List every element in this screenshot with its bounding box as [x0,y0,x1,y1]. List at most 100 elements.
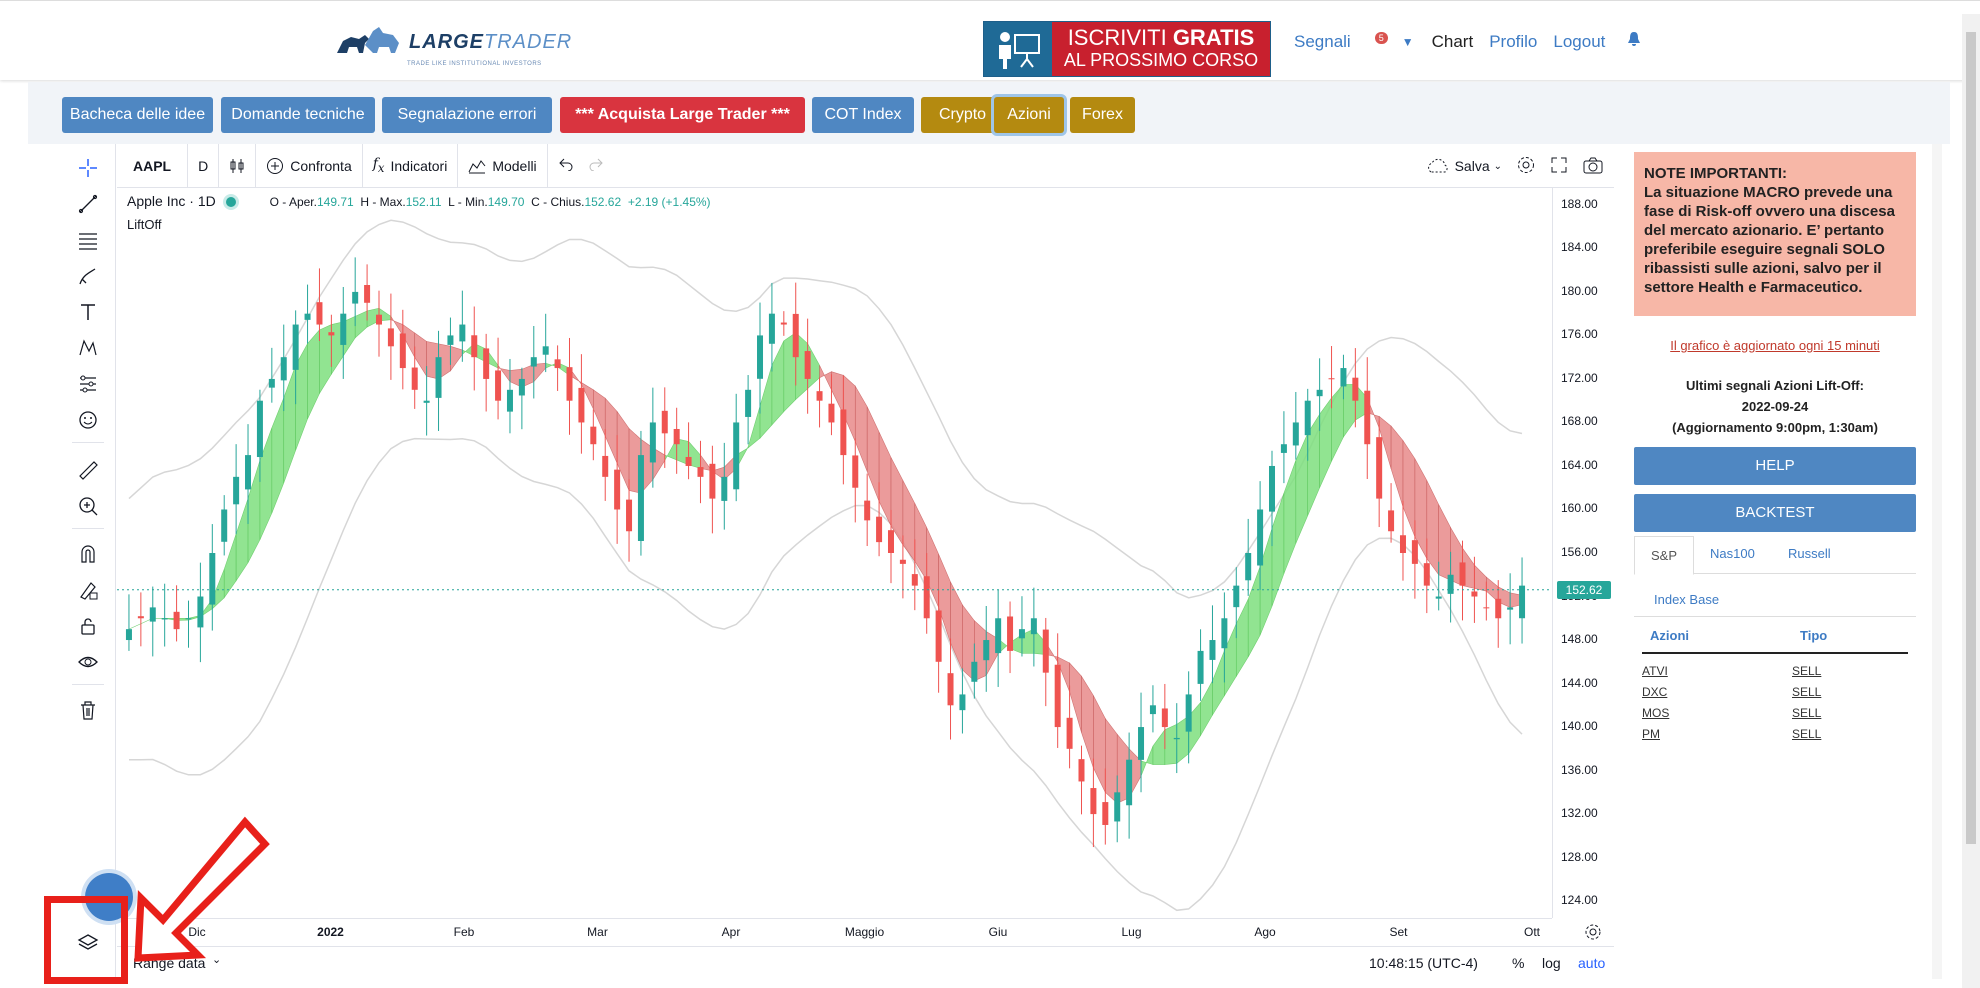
fib-retracement-icon[interactable] [74,226,102,254]
signal-stock[interactable]: DXC [1642,685,1667,699]
nav-profile[interactable]: Profilo [1489,32,1537,52]
crosshair-icon[interactable] [74,154,102,182]
prediction-icon[interactable] [74,370,102,398]
crypto-button[interactable]: Crypto [921,97,1004,133]
indicators-button[interactable]: fx Indicatori [363,143,459,188]
candle-body [971,661,978,682]
camera-icon[interactable] [1582,156,1604,177]
eye-icon[interactable] [74,648,102,676]
candle-body [1138,727,1145,760]
brush-icon[interactable] [74,262,102,290]
log-toggle[interactable]: log [1542,955,1561,971]
signal-type[interactable]: SELL [1792,664,1821,678]
interval-selector[interactable]: D [188,143,220,188]
section-button-bar: Bacheca delle idee Domande tecniche Segn… [28,82,1950,144]
sidebar-scrollbar[interactable] [1932,144,1942,979]
candle-body [840,409,847,456]
nav-signals[interactable]: Segnali [1294,32,1351,52]
ideas-board-button[interactable]: Bacheca delle idee [62,97,213,133]
indicator-legend[interactable]: LiftOff [127,217,161,232]
stocks-button[interactable]: Azioni [994,97,1064,133]
signal-stock[interactable]: ATVI [1642,664,1668,678]
banner-line-1: ISCRIVITI GRATIS [1067,25,1255,50]
tech-questions-button[interactable]: Domande tecniche [221,97,375,133]
compare-button[interactable]: Confronta [256,143,363,188]
ruler-icon[interactable] [74,456,102,484]
lock-icon[interactable] [74,612,102,640]
emoji-icon[interactable] [74,406,102,434]
auto-scale-toggle[interactable]: auto [1578,955,1605,971]
course-banner[interactable]: ISCRIVITI GRATIS AL PROSSIMO CORSO [983,21,1271,77]
time-axis[interactable]: Dic 2022 Feb Mar Apr Maggio Giu Lug Ago Set Ott [117,918,1601,946]
price-tick-label: 132.00 [1561,806,1598,821]
backtest-button[interactable]: BACKTEST [1634,494,1916,532]
date-range-button[interactable]: Range data [133,955,205,971]
candle-body [1507,607,1514,610]
magnet-icon[interactable] [74,540,102,568]
liftoff-cloud-segment [354,310,368,339]
candle-body [245,455,252,490]
price-tick-label: 176.00 [1561,327,1598,342]
candle-body [125,629,132,641]
upper-band-line [128,219,1523,599]
signal-stock[interactable]: MOS [1642,706,1669,720]
chevron-down-icon: ⌄ [212,954,222,966]
price-axis[interactable]: 188.00 184.00 180.00 176.00 172.00 168.00 164.… [1552,188,1614,918]
fullscreen-icon[interactable] [1550,156,1568,177]
redo-icon[interactable] [588,157,604,174]
save-button[interactable]: Salva ⌄ [1425,158,1502,174]
index-tabs: S&P Nas100 Russell [1634,536,1916,575]
tab-nas100[interactable]: Nas100 [1710,546,1755,561]
logo[interactable]: LARGETRADER TRADE LIKE INSTITUTIONAL INV… [335,23,573,67]
price-chart-canvas[interactable] [117,188,1552,918]
bell-icon[interactable] [1627,31,1641,52]
forex-button[interactable]: Forex [1070,97,1135,133]
lock-drawings-icon[interactable] [74,576,102,604]
cot-index-button[interactable]: COT Index [812,97,914,133]
tab-russell[interactable]: Russell [1788,546,1831,561]
chevron-down-icon[interactable]: ▼ [1402,35,1414,49]
nav-logout[interactable]: Logout [1553,32,1605,52]
time-tick-label: Dic [188,925,206,939]
signal-type[interactable]: SELL [1792,685,1821,699]
signal-type[interactable]: SELL [1792,727,1821,741]
help-button[interactable]: HELP [1634,447,1916,485]
time-tick-label: Giu [988,925,1008,939]
signal-stock[interactable]: PM [1642,727,1660,741]
pattern-icon[interactable] [74,334,102,362]
note-title: NOTE IMPORTANTI: [1644,165,1788,182]
chart-top-toolbar: AAPL D Confronta fx Indicatori Modelli Sa… [117,143,1614,188]
tab-index-base[interactable]: Index Base [1654,592,1719,607]
clock-timezone[interactable]: 10:48:15 (UTC-4) [1369,955,1478,971]
trash-icon[interactable] [74,696,102,724]
candle-body [923,576,930,619]
time-tick-label: Lug [1121,925,1142,939]
candle-body [745,389,752,417]
brand-name: LARGETRADER [409,30,573,53]
axis-settings-gear-icon[interactable] [1584,923,1602,946]
text-tool-icon[interactable] [74,298,102,326]
market-status-dot [225,196,236,207]
update-frequency-link[interactable]: Il grafico è aggiornato ogni 15 minuti [1634,338,1916,353]
candle-body [828,403,835,423]
candle-body [757,335,764,379]
symbol-search[interactable]: AAPL [117,143,189,188]
signal-type[interactable]: SELL [1792,706,1821,720]
candle-body [375,314,382,325]
buy-large-trader-button[interactable]: *** Acquista Large Trader *** [560,97,805,133]
nav-chart[interactable]: Chart [1432,32,1474,52]
candle-body [1149,705,1156,715]
candle-body [1054,664,1061,728]
percent-toggle[interactable]: % [1512,955,1524,971]
undo-icon[interactable] [558,157,574,174]
error-report-button[interactable]: Segnalazione errori [382,97,552,133]
time-tick-label: Feb [453,925,475,939]
tab-sp[interactable]: S&P [1634,536,1695,575]
zoom-in-icon[interactable] [74,492,102,520]
settings-gear-icon[interactable] [1516,155,1536,178]
templates-button[interactable]: Modelli [458,143,548,188]
trend-line-icon[interactable] [74,190,102,218]
liftoff-cloud-segment [1331,383,1344,462]
page-scrollbar[interactable] [1962,14,1980,988]
candle-style-icon[interactable] [219,143,257,188]
